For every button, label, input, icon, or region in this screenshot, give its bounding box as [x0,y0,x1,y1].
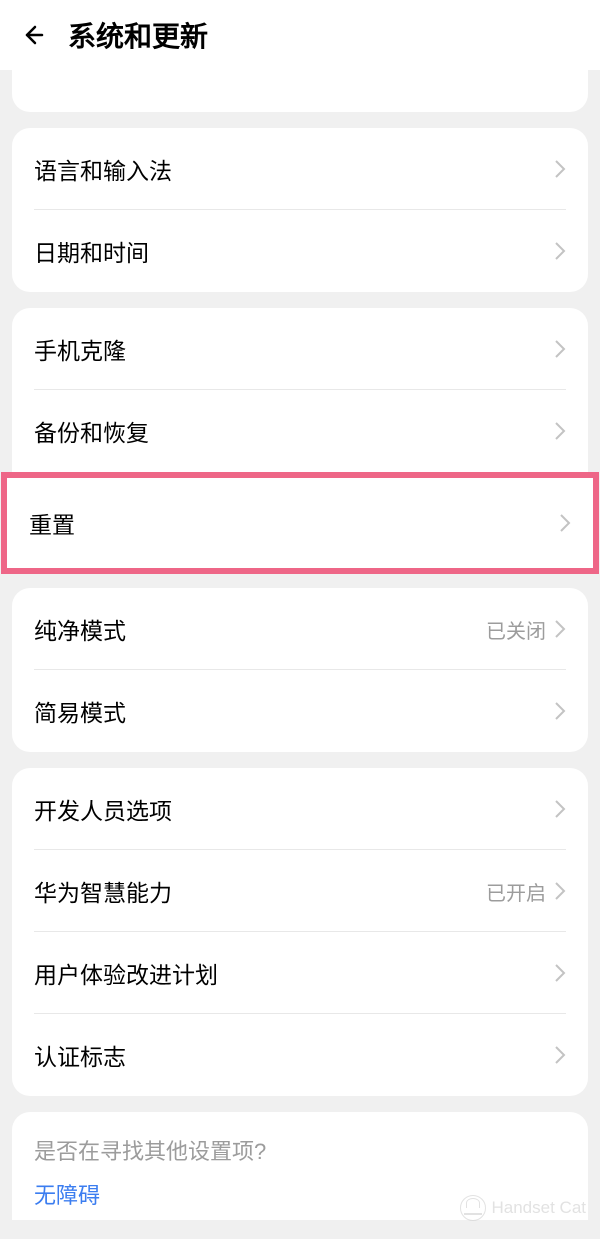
chevron-right-icon [554,241,566,261]
chevron-right-icon [554,1045,566,1065]
page-title: 系统和更新 [68,15,208,55]
row-reset[interactable]: 重置 [7,478,593,568]
row-label: 语言和输入法 [34,152,172,186]
row-label: 备份和恢复 [34,414,149,448]
row-label: 华为智慧能力 [34,874,172,908]
row-label: 日期和时间 [34,234,149,268]
settings-group-modes: 纯净模式 已关闭 简易模式 [12,588,588,752]
row-huawei-ai[interactable]: 华为智慧能力 已开启 [12,850,588,932]
row-simple-mode[interactable]: 简易模式 [12,670,588,752]
chevron-right-icon [554,619,566,639]
chevron-right-icon [554,339,566,359]
row-label: 重置 [29,506,75,540]
row-value: 已开启 [486,877,546,906]
header-bar: 系统和更新 [0,0,600,70]
watermark-text: Handset Cat [492,1198,587,1218]
back-icon[interactable] [20,23,44,47]
row-label: 开发人员选项 [34,792,172,826]
row-ux-improvement[interactable]: 用户体验改进计划 [12,932,588,1014]
row-backup-restore[interactable]: 备份和恢复 [12,390,588,472]
settings-group-lang-time: 语言和输入法 日期和时间 [12,128,588,292]
partial-card-top [12,70,588,112]
chevron-right-icon [559,513,571,533]
row-label: 手机克隆 [34,332,126,366]
chevron-right-icon [554,799,566,819]
cat-logo-icon [460,1195,486,1221]
watermark: Handset Cat [460,1195,587,1221]
row-label: 简易模式 [34,694,126,728]
row-label: 用户体验改进计划 [34,956,218,990]
highlight-frame: 重置 [1,472,599,574]
row-language-input[interactable]: 语言和输入法 [12,128,588,210]
row-label: 纯净模式 [34,612,126,646]
row-pure-mode[interactable]: 纯净模式 已关闭 [12,588,588,670]
settings-group-clone-backup: 手机克隆 备份和恢复 [12,308,588,472]
row-value: 已关闭 [486,615,546,644]
search-prompt: 是否在寻找其他设置项? [34,1134,566,1166]
chevron-right-icon [554,963,566,983]
row-developer-options[interactable]: 开发人员选项 [12,768,588,850]
row-cert-mark[interactable]: 认证标志 [12,1014,588,1096]
chevron-right-icon [554,421,566,441]
chevron-right-icon [554,881,566,901]
chevron-right-icon [554,159,566,179]
row-label: 认证标志 [34,1038,126,1072]
settings-group-developer: 开发人员选项 华为智慧能力 已开启 用户体验改进计划 认证标志 [12,768,588,1096]
row-phone-clone[interactable]: 手机克隆 [12,308,588,390]
row-date-time[interactable]: 日期和时间 [12,210,588,292]
chevron-right-icon [554,701,566,721]
